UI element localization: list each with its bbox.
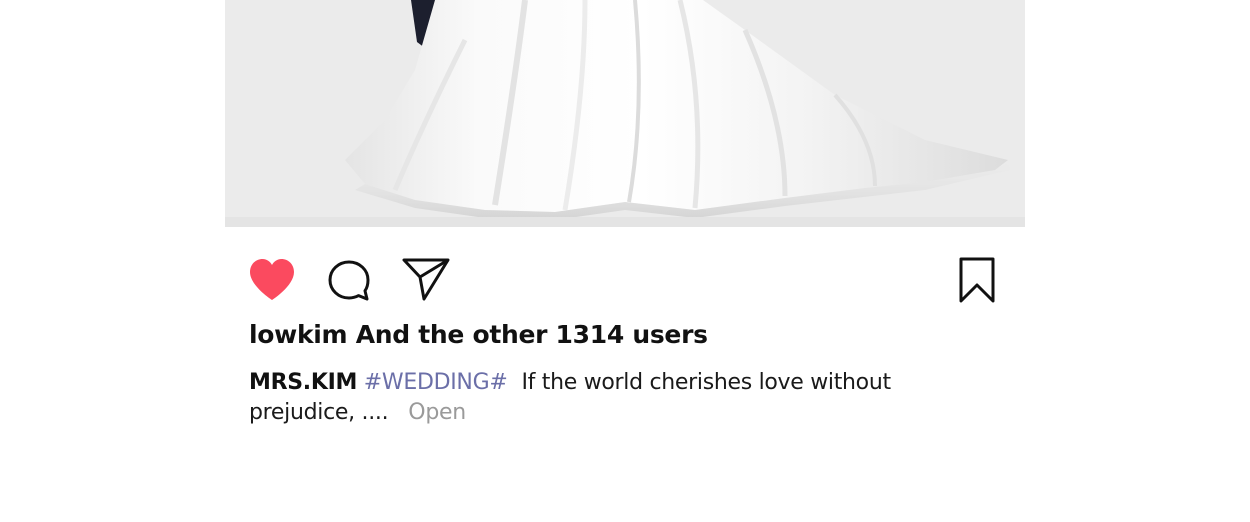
likes-summary[interactable]: lowkim And the other 1314 users: [249, 320, 708, 349]
wedding-dress-image: [225, 0, 1025, 227]
caption-hashtag[interactable]: #WEDDING#: [364, 370, 508, 395]
post-card: lowkim And the other 1314 users MRS.KIM …: [225, 0, 1025, 522]
likes-text: lowkim And the other 1314 users: [249, 320, 708, 349]
post-actions-bar: [225, 255, 1025, 305]
bookmark-icon[interactable]: [958, 257, 996, 303]
post-caption: MRS.KIM #WEDDING# If the world cherishes …: [249, 368, 949, 428]
comment-bubble-icon[interactable]: [327, 259, 371, 303]
paper-plane-icon[interactable]: [402, 257, 450, 301]
open-more-link[interactable]: Open: [408, 400, 466, 425]
heart-filled-icon[interactable]: [248, 258, 296, 302]
caption-username[interactable]: MRS.KIM: [249, 370, 357, 395]
post-photo[interactable]: [225, 0, 1025, 227]
